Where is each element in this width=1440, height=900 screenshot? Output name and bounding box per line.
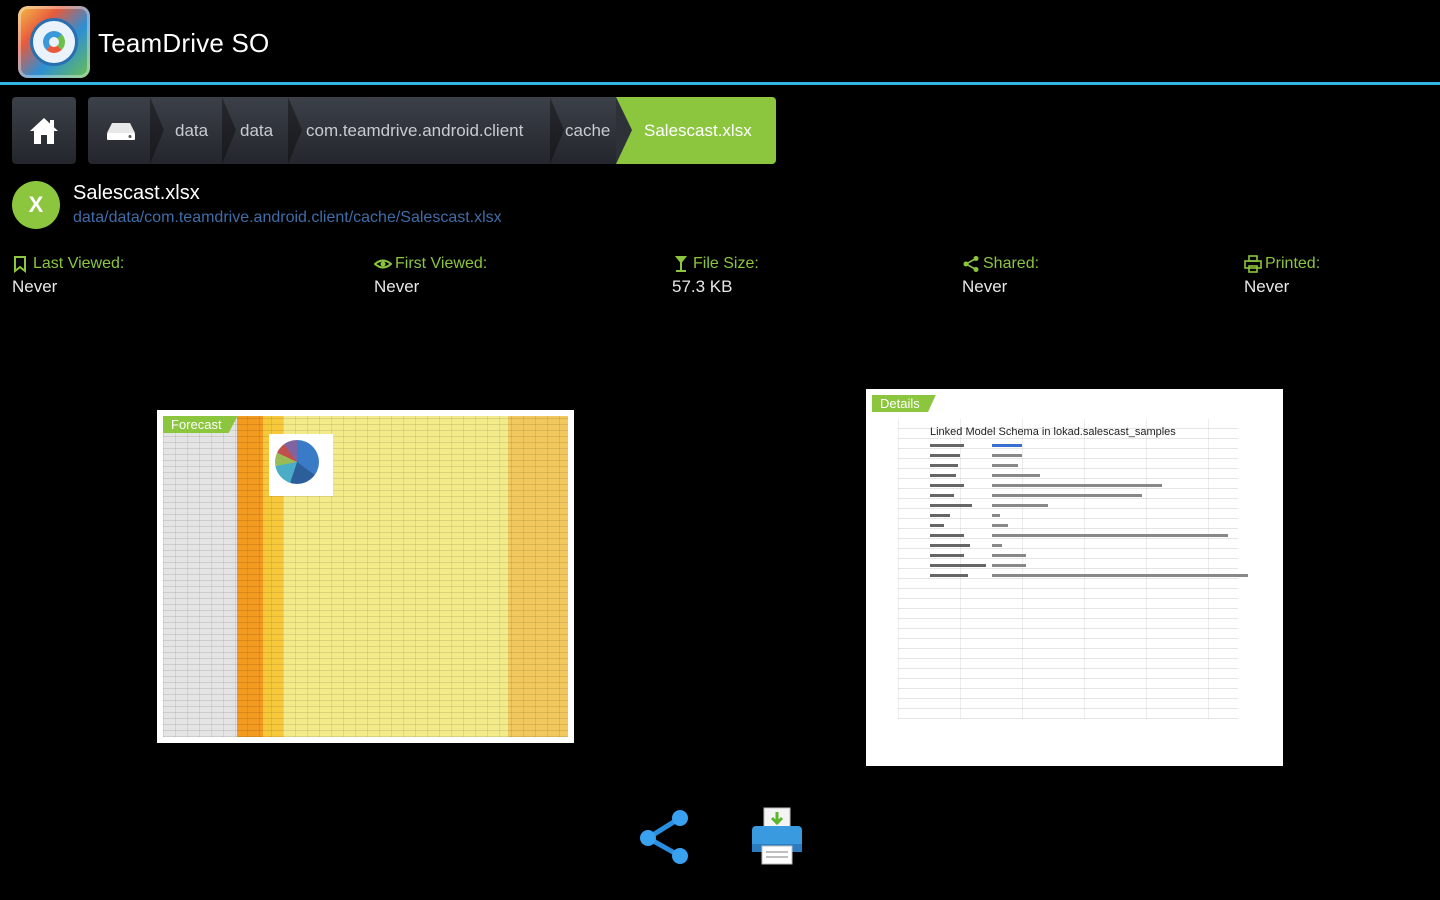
breadcrumb-separator [150, 97, 164, 164]
row-key [930, 474, 956, 477]
preview-sheet-forecast[interactable]: Forecast [157, 410, 574, 743]
stat-file-size: File Size: 57.3 KB [672, 254, 759, 297]
sheet-tab-label: Forecast [163, 416, 238, 433]
row-key [930, 514, 950, 517]
stat-label: File Size: [693, 255, 759, 272]
row-value [992, 474, 1040, 477]
stat-shared: Shared: Never [962, 254, 1039, 297]
home-icon [30, 117, 58, 144]
breadcrumb-separator [550, 97, 564, 164]
printer-icon [752, 807, 802, 865]
stat-label: First Viewed: [395, 255, 488, 272]
stat-last-viewed: Last Viewed: Never [12, 254, 124, 297]
row-key [930, 454, 960, 457]
row-value [992, 574, 1248, 577]
share-button[interactable] [636, 806, 694, 868]
row-value [992, 464, 1018, 467]
row-value [992, 524, 1008, 527]
row-value [992, 444, 1022, 447]
home-button[interactable] [12, 97, 76, 164]
stat-label: Printed: [1265, 255, 1321, 272]
printer-icon [1244, 255, 1262, 273]
sheet-heading: Linked Model Schema in lokad.salescast_s… [930, 426, 1176, 438]
preview-sheet-details[interactable]: Details Linked Model Schema in lokad.sal… [866, 389, 1283, 766]
row-key [930, 534, 964, 537]
file-path[interactable]: data/data/com.teamdrive.android.client/c… [73, 209, 502, 227]
row-value [992, 494, 1142, 497]
stat-label: Last Viewed: [33, 255, 125, 272]
row-key [930, 444, 964, 447]
row-key [930, 484, 964, 487]
row-key [930, 464, 958, 467]
row-value [992, 504, 1048, 507]
chart-thumbnail [269, 434, 333, 496]
breadcrumb-current-label: Salescast.xlsx [644, 121, 752, 140]
row-key [930, 544, 970, 547]
breadcrumb-current[interactable]: Salescast.xlsx [616, 97, 776, 164]
bookmark-icon [14, 256, 26, 273]
breadcrumb-item[interactable]: data [240, 97, 273, 164]
breadcrumb-item[interactable]: data [175, 97, 208, 164]
stat-value: Never [1244, 277, 1290, 296]
app-logo-icon[interactable] [18, 6, 90, 78]
stat-first-viewed: First Viewed: Never [374, 254, 487, 297]
row-key [930, 504, 972, 507]
breadcrumb: data data com.teamdrive.android.client c… [88, 97, 776, 164]
row-key [930, 564, 986, 567]
file-type-icon: X [12, 181, 60, 229]
spreadsheet-thumbnail [163, 416, 568, 737]
drive-icon[interactable] [106, 121, 136, 141]
breadcrumb-item[interactable]: cache [565, 97, 610, 164]
pie-chart-icon [275, 440, 319, 484]
action-bar-divider [0, 82, 1440, 85]
row-value [992, 544, 1002, 547]
stat-value: 57.3 KB [672, 277, 733, 296]
row-value [992, 484, 1162, 487]
stat-label: Shared: [983, 255, 1040, 272]
row-key [930, 494, 954, 497]
breadcrumb-item[interactable]: com.teamdrive.android.client [306, 97, 523, 164]
stat-value: Never [962, 277, 1008, 296]
sheet-tab-label: Details [872, 395, 936, 412]
print-button[interactable] [748, 806, 806, 868]
row-value [992, 514, 1000, 517]
row-value [992, 554, 1026, 557]
share-icon [963, 256, 979, 272]
size-icon [674, 256, 688, 272]
row-value [992, 534, 1228, 537]
action-bar: TeamDrive SO [0, 0, 1440, 82]
stat-value: Never [12, 277, 58, 296]
file-name: Salescast.xlsx [73, 182, 200, 204]
share-icon [640, 810, 688, 864]
stat-value: Never [374, 277, 420, 296]
row-value [992, 454, 1022, 457]
breadcrumb-separator [222, 97, 236, 164]
eye-icon [374, 259, 392, 269]
stat-printed: Printed: Never [1244, 254, 1320, 297]
app-title: TeamDrive SO [98, 28, 270, 58]
row-value [992, 564, 1026, 567]
breadcrumb-separator [288, 97, 302, 164]
row-key [930, 554, 964, 557]
row-key [930, 574, 968, 577]
row-key [930, 524, 944, 527]
